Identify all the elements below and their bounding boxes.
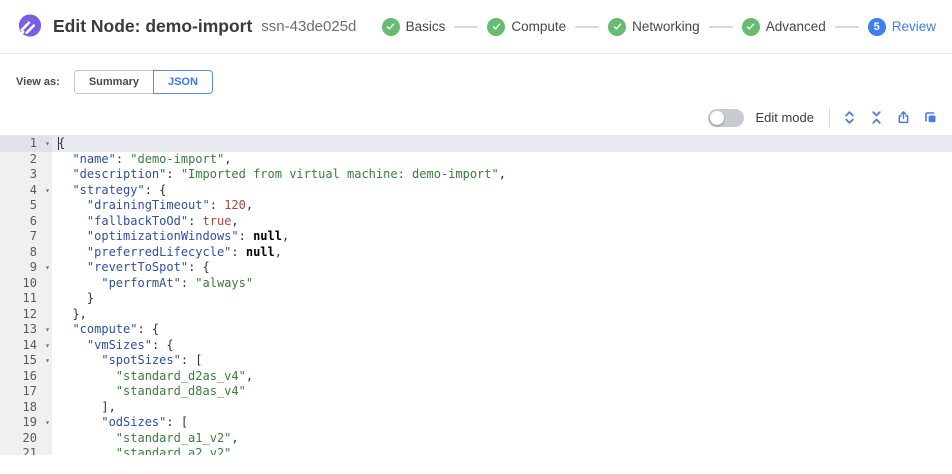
gutter-line-13[interactable]: 13▾ [0,322,52,338]
fold-caret-icon[interactable]: ▾ [45,415,50,431]
edit-mode-toggle[interactable] [708,109,744,127]
step-label: Compute [511,19,566,34]
code-line-11[interactable]: } [52,291,952,307]
code-line-5[interactable]: "drainingTimeout": 120, [52,198,952,214]
gutter-line-14[interactable]: 14▾ [0,338,52,354]
code-line-10[interactable]: "performAt": "always" [52,276,952,292]
step-connector [835,26,859,28]
fold-caret-icon[interactable]: ▾ [45,353,50,369]
editor-toolbar: Edit mode [0,94,952,135]
step-number-badge: 5 [868,18,886,36]
view-as-label: View as: [16,76,60,88]
gutter-line-10: 10 [0,276,52,292]
fold-caret-icon[interactable]: ▾ [45,136,50,152]
wizard-stepper: Basics Compute Networking Advanced 5 Rev… [382,18,936,36]
gutter-line-1[interactable]: 1▾ [0,136,52,152]
fold-caret-icon[interactable]: ▾ [45,260,50,276]
spot-logo-icon [16,13,43,40]
gutter-line-2: 2 [0,152,52,168]
fold-caret-icon[interactable]: ▾ [45,183,50,199]
code-line-20[interactable]: "standard_a1_v2", [52,431,952,447]
code-line-7[interactable]: "optimizationWindows": null, [52,229,952,245]
code-line-18[interactable]: ], [52,400,952,416]
step-basics[interactable]: Basics [382,18,446,36]
wizard-header: Edit Node: demo-import ssn-43de025d Basi… [0,0,952,54]
step-connector [454,26,478,28]
step-advanced[interactable]: Advanced [742,18,826,36]
gutter-line-17: 17 [0,384,52,400]
code-line-6[interactable]: "fallbackToOd": true, [52,214,952,230]
check-icon [487,18,505,36]
gutter-line-18: 18 [0,400,52,416]
gutter-line-7: 7 [0,229,52,245]
toolbar-divider [829,108,830,127]
step-label: Networking [632,19,700,34]
gutter-line-11: 11 [0,291,52,307]
gutter-line-16: 16 [0,369,52,385]
step-connector [575,26,599,28]
step-label: Basics [406,19,446,34]
toggle-knob [710,111,724,125]
page-title: Edit Node: demo-import [53,16,252,37]
code-line-13[interactable]: "compute": { [52,322,952,338]
code-line-12[interactable]: }, [52,307,952,323]
fold-icon[interactable] [868,110,884,126]
json-editor[interactable]: 1▾234▾56789▾10111213▾14▾15▾16171819▾2021… [0,135,952,455]
code-line-8[interactable]: "preferredLifecycle": null, [52,245,952,261]
copy-icon[interactable] [922,110,938,126]
view-summary-button[interactable]: Summary [74,70,153,94]
gutter-line-21: 21 [0,446,52,455]
gutter-line-8: 8 [0,245,52,261]
gutter-line-19[interactable]: 19▾ [0,415,52,431]
gutter-line-20: 20 [0,431,52,447]
step-connector [709,26,733,28]
code-line-2[interactable]: "name": "demo-import", [52,152,952,168]
gutter-line-6: 6 [0,214,52,230]
step-compute[interactable]: Compute [487,18,566,36]
export-icon[interactable] [895,110,911,126]
step-label: Review [892,19,936,34]
editor-gutter: 1▾234▾56789▾10111213▾14▾15▾16171819▾2021 [0,136,52,455]
step-label: Advanced [766,19,826,34]
check-icon [608,18,626,36]
node-id: ssn-43de025d [261,18,356,35]
check-icon [742,18,760,36]
step-networking[interactable]: Networking [608,18,700,36]
check-icon [382,18,400,36]
code-line-21[interactable]: "standard_a2_v2" [52,446,952,455]
step-review[interactable]: 5 Review [868,18,936,36]
code-line-19[interactable]: "odSizes": [ [52,415,952,431]
gutter-line-9[interactable]: 9▾ [0,260,52,276]
code-line-4[interactable]: "strategy": { [52,183,952,199]
code-line-3[interactable]: "description": "Imported from virtual ma… [52,167,952,183]
unfold-icon[interactable] [841,110,857,126]
code-line-1[interactable]: { [52,136,952,152]
code-line-14[interactable]: "vmSizes": { [52,338,952,354]
code-line-15[interactable]: "spotSizes": [ [52,353,952,369]
gutter-line-3: 3 [0,167,52,183]
gutter-line-15[interactable]: 15▾ [0,353,52,369]
view-json-button[interactable]: JSON [153,70,213,94]
gutter-line-4[interactable]: 4▾ [0,183,52,199]
fold-caret-icon[interactable]: ▾ [45,338,50,354]
view-as-row: View as: Summary JSON [0,54,952,94]
view-as-segmented-control: Summary JSON [74,70,213,94]
code-line-16[interactable]: "standard_d2as_v4", [52,369,952,385]
fold-caret-icon[interactable]: ▾ [45,322,50,338]
editor-code[interactable]: { "name": "demo-import", "description": … [52,136,952,455]
code-line-17[interactable]: "standard_d8as_v4" [52,384,952,400]
edit-mode-label: Edit mode [755,110,814,125]
gutter-line-12: 12 [0,307,52,323]
code-line-9[interactable]: "revertToSpot": { [52,260,952,276]
gutter-line-5: 5 [0,198,52,214]
